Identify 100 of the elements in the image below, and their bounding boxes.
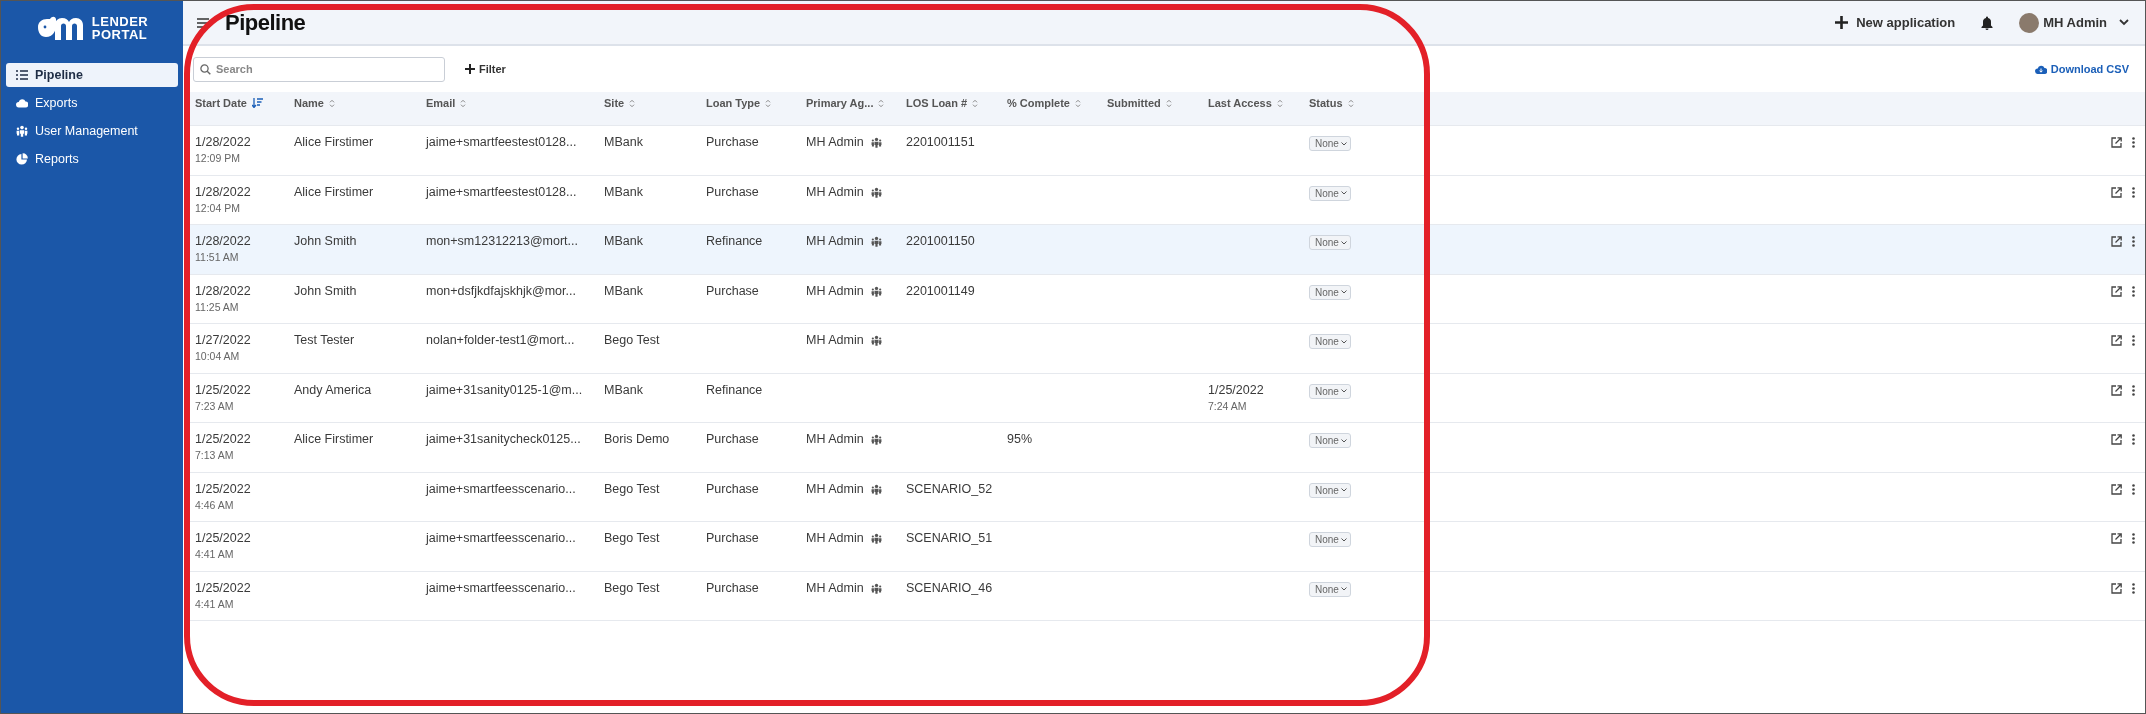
name-cell: Alice Firstimer	[294, 184, 374, 199]
new-application-button[interactable]: New application	[1829, 14, 1962, 31]
column-header[interactable]: Email	[426, 97, 604, 110]
status-dropdown[interactable]: None	[1309, 235, 1351, 250]
users-icon	[870, 434, 882, 445]
loan-type-cell: Purchase	[706, 135, 759, 149]
table-row[interactable]: 1/28/2022 12:09 PM Alice Firstimer jaime+smartfeestest0128... MBank Purchase MH Admin 2201001151 None	[190, 126, 2145, 176]
chevron-down-icon	[1340, 290, 1347, 294]
open-external-icon[interactable]	[2111, 236, 2122, 247]
column-header[interactable]: Last Access	[1208, 97, 1309, 110]
column-header[interactable]: Submitted	[1107, 97, 1208, 110]
table-row[interactable]: 1/25/2022 4:41 AM jaime+smartfeesscenario... Bego Test Purchase MH Admin SCENARIO_46 None	[190, 571, 2145, 621]
date-cell: 1/25/2022	[195, 432, 251, 446]
logo-text: PORTAL	[91, 28, 149, 41]
table-row[interactable]: 1/25/2022 4:41 AM jaime+smartfeesscenario... Bego Test Purchase MH Admin SCENARIO_51 None	[190, 522, 2145, 572]
more-options-icon[interactable]	[2132, 483, 2135, 495]
more-options-icon[interactable]	[2132, 137, 2135, 148]
email-cell: jaime+31sanity0125-1@m...	[426, 382, 583, 397]
cloud-download-icon	[2034, 64, 2047, 74]
sidebar-item[interactable]: Reports	[6, 147, 178, 171]
email-cell: jaime+smartfeesscenario...	[426, 481, 576, 496]
search-field[interactable]: Search	[193, 56, 445, 82]
open-external-icon[interactable]	[2111, 483, 2122, 495]
open-external-icon[interactable]	[2111, 384, 2122, 396]
menu-icon[interactable]	[197, 17, 209, 28]
time-cell: 12:09 PM	[195, 152, 240, 164]
open-external-icon[interactable]	[2111, 335, 2122, 346]
open-external-icon[interactable]	[2111, 582, 2122, 594]
name-cell: John Smith	[294, 283, 357, 298]
agent-cell: MH Admin	[806, 432, 864, 446]
column-header[interactable]: Loan Type	[706, 97, 806, 110]
table-row[interactable]: 1/28/2022 11:51 AM John Smith mon+sm12312213@mort... MBank Refinance MH Admin 2201001150 None	[190, 225, 2145, 275]
status-dropdown[interactable]: None	[1309, 433, 1351, 448]
filter-button[interactable]: Filter	[459, 62, 512, 76]
status-dropdown[interactable]: None	[1309, 581, 1351, 597]
loan-number-cell: SCENARIO_51	[906, 531, 993, 545]
logo-text: LENDER	[91, 15, 149, 28]
more-options-icon[interactable]	[2132, 285, 2135, 297]
percent-complete-cell: 95%	[1007, 432, 1033, 446]
open-external-icon[interactable]	[2111, 434, 2122, 445]
name-cell: Andy America	[294, 382, 372, 397]
more-options-icon[interactable]	[2132, 533, 2135, 544]
open-external-icon[interactable]	[2111, 533, 2122, 544]
status-dropdown[interactable]: None	[1309, 136, 1351, 151]
more-options-icon[interactable]	[2132, 186, 2135, 198]
status-dropdown[interactable]: None	[1309, 532, 1351, 547]
loan-type-cell: Purchase	[706, 580, 759, 595]
time-cell: 11:51 AM	[195, 251, 239, 263]
table-row[interactable]: 1/25/2022 4:46 AM jaime+smartfeesscenario... Bego Test Purchase MH Admin SCENARIO_52 None	[190, 472, 2145, 522]
bell-icon[interactable]	[1981, 15, 1994, 30]
more-options-icon[interactable]	[2132, 236, 2135, 247]
column-header[interactable]: Start Date	[195, 97, 294, 110]
sidebar-item[interactable]: Exports	[6, 91, 178, 115]
chevron-down-icon	[1340, 488, 1347, 492]
column-header[interactable]: Primary Ag...	[806, 97, 906, 110]
chevron-down-icon	[1340, 191, 1347, 195]
last-access-date-cell: 1/25/2022	[1208, 382, 1264, 397]
date-cell: 1/28/2022	[195, 184, 251, 199]
sidebar-item[interactable]: Pipeline	[6, 63, 178, 87]
column-header[interactable]: Site	[604, 97, 706, 110]
time-cell: 4:41 AM	[195, 548, 234, 560]
column-header[interactable]: LOS Loan #	[906, 97, 1007, 110]
status-dropdown[interactable]: None	[1309, 185, 1351, 201]
status-dropdown[interactable]: None	[1309, 284, 1351, 300]
user-menu[interactable]: MH Admin	[2019, 12, 2129, 33]
more-options-icon[interactable]	[2132, 335, 2135, 346]
status-dropdown[interactable]: None	[1309, 383, 1351, 399]
sort-descending-icon[interactable]	[251, 98, 263, 109]
loan-number-cell: 2201001150	[906, 234, 975, 248]
table-row[interactable]: 1/27/2022 10:04 AM Test Tester nolan+folder-test1@mort... Bego Test MH Admin None	[190, 324, 2145, 374]
open-external-icon[interactable]	[2111, 285, 2122, 297]
cloud-icon	[16, 98, 28, 108]
plus-icon	[465, 64, 475, 74]
more-options-icon[interactable]	[2132, 384, 2135, 396]
column-header[interactable]: % Complete	[1007, 97, 1107, 110]
table-row[interactable]: 1/25/2022 7:13 AM Alice Firstimer jaime+31sanitycheck0125... Boris Demo Purchase MH Admin 95% None	[190, 423, 2145, 473]
site-cell: MBank	[604, 234, 643, 248]
users-icon	[870, 335, 882, 346]
column-header[interactable]: Name	[294, 97, 426, 110]
column-header[interactable]: Status	[1309, 97, 2085, 110]
table-row[interactable]: 1/25/2022 7:23 AM Andy America jaime+31sanity0125-1@m... MBank Refinance 1/25/2022 7:24 AM None	[190, 373, 2145, 423]
more-options-icon[interactable]	[2132, 434, 2135, 445]
email-cell: jaime+smartfeesscenario...	[426, 580, 576, 595]
open-external-icon[interactable]	[2111, 137, 2122, 148]
users-icon	[870, 137, 882, 148]
sidebar-item[interactable]: User Management	[6, 119, 178, 143]
open-external-icon[interactable]	[2111, 186, 2122, 198]
loan-type-cell: Purchase	[706, 531, 759, 545]
chevron-down-icon	[2119, 19, 2129, 26]
email-cell: jaime+smartfeestest0128...	[426, 135, 577, 149]
time-cell: 7:13 AM	[195, 449, 234, 461]
chevron-down-icon	[1340, 240, 1347, 245]
users-icon	[870, 483, 882, 495]
loan-type-cell: Purchase	[706, 481, 759, 496]
more-options-icon[interactable]	[2132, 582, 2135, 594]
loan-number-cell: 2201001149	[906, 283, 975, 298]
status-dropdown[interactable]: None	[1309, 334, 1351, 349]
status-dropdown[interactable]: None	[1309, 482, 1351, 498]
avatar	[2019, 12, 2040, 33]
download-csv-link[interactable]: Download CSV	[2034, 63, 2129, 75]
